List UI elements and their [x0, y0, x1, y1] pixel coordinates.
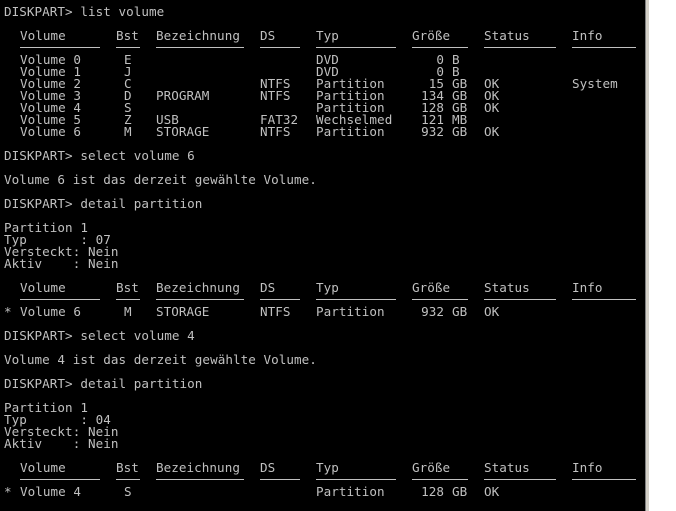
header-underline	[0, 468, 645, 480]
command-line: DISKPART> detail partition	[0, 376, 645, 391]
command-text: DISKPART> detail partition	[4, 376, 203, 391]
message-text: Volume 4 ist das derzeit gewählte Volume…	[4, 352, 317, 367]
cell-volume: Volume 6	[20, 304, 82, 319]
rule	[316, 479, 396, 480]
command-text: DISKPART> list volume	[4, 4, 165, 19]
cell-bst: M	[124, 304, 132, 319]
cell-size: 932	[421, 304, 444, 319]
rule	[484, 47, 556, 48]
command-line: DISKPART> list volume	[0, 4, 645, 19]
rule	[572, 299, 636, 300]
cell-typ: Partition	[316, 304, 385, 319]
detail-aktiv: Aktiv : Nein	[0, 436, 645, 451]
rule	[260, 47, 300, 48]
command-line: DISKPART> select volume 6	[0, 148, 645, 163]
cell-status: OK	[484, 484, 500, 499]
output-message: Volume 4 ist das derzeit gewählte Volume…	[0, 352, 645, 367]
cell-volume: Volume 6	[20, 124, 82, 139]
detail-text: Aktiv : Nein	[4, 256, 119, 271]
cell-status: OK	[484, 304, 500, 319]
rule	[412, 47, 468, 48]
rule	[484, 299, 556, 300]
rule	[156, 479, 244, 480]
rule	[156, 47, 244, 48]
table-row: Volume 6 M STORAGE NTFS Partition 932 GB…	[0, 124, 645, 139]
cell-size: 128	[421, 484, 444, 499]
rule	[20, 299, 100, 300]
rule	[412, 299, 468, 300]
cell-bezeichnung: STORAGE	[156, 124, 210, 139]
cell-bst: S	[124, 484, 132, 499]
cell-bezeichnung: PROGRAM	[156, 88, 210, 103]
cell-typ: Partition	[316, 484, 385, 499]
rule	[156, 299, 244, 300]
rule	[572, 47, 636, 48]
rule	[316, 299, 396, 300]
rule	[260, 479, 300, 480]
rule	[20, 479, 100, 480]
cell-info: System	[572, 76, 618, 91]
cell-size-unit: GB	[452, 304, 468, 319]
cell-status: OK	[484, 124, 500, 139]
cell-ds: NTFS	[260, 124, 291, 139]
cell-size-unit: GB	[452, 124, 468, 139]
command-text: DISKPART> detail partition	[4, 196, 203, 211]
command-text: DISKPART> select volume 6	[4, 148, 195, 163]
cell-bst: M	[124, 124, 132, 139]
detail-text: Aktiv : Nein	[4, 436, 119, 451]
cell-volume: Volume 4	[20, 484, 82, 499]
cell-size: 932	[421, 124, 444, 139]
cell-size-unit: GB	[452, 484, 468, 499]
selected-marker: *	[4, 304, 12, 319]
header-underline	[0, 288, 645, 300]
rule	[316, 47, 396, 48]
rule	[116, 479, 140, 480]
cell-ds: NTFS	[260, 304, 291, 319]
diskpart-console[interactable]: DISKPART> list volume Volume Bst Bezeich…	[0, 0, 645, 511]
right-blank-area	[649, 0, 676, 511]
rule	[116, 47, 140, 48]
detail-aktiv: Aktiv : Nein	[0, 256, 645, 271]
cell-bezeichnung: STORAGE	[156, 304, 210, 319]
command-line: DISKPART> detail partition	[0, 196, 645, 211]
rule	[572, 479, 636, 480]
message-text: Volume 6 ist das derzeit gewählte Volume…	[4, 172, 317, 187]
table-row-selected: * Volume 6 M STORAGE NTFS Partition 932 …	[0, 304, 645, 319]
rule	[484, 479, 556, 480]
rule	[412, 479, 468, 480]
command-line: DISKPART> select volume 4	[0, 328, 645, 343]
cell-ds: NTFS	[260, 88, 291, 103]
selected-marker: *	[4, 484, 12, 499]
rule	[116, 299, 140, 300]
output-message: Volume 6 ist das derzeit gewählte Volume…	[0, 172, 645, 187]
table-row-selected: * Volume 4 S Partition 128 GB OK	[0, 484, 645, 499]
cell-status: OK	[484, 100, 500, 115]
header-underline	[0, 36, 645, 48]
rule	[20, 47, 100, 48]
command-text: DISKPART> select volume 4	[4, 328, 195, 343]
cell-typ: Partition	[316, 124, 385, 139]
rule	[260, 299, 300, 300]
